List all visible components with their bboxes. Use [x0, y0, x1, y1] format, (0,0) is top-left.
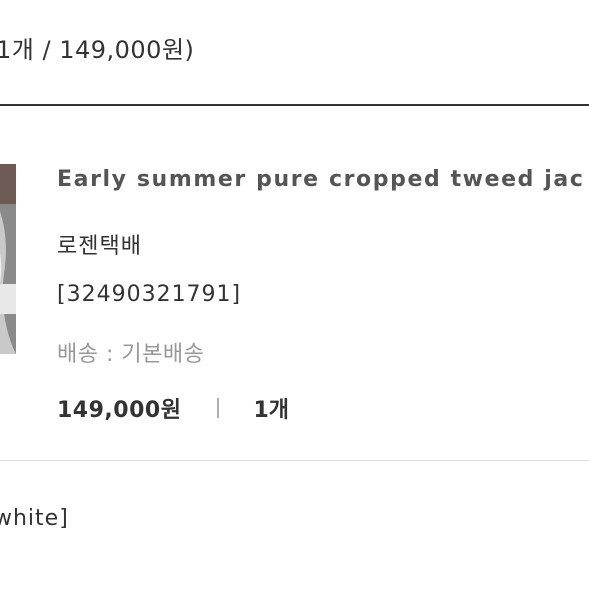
product-name-link[interactable]: Early summer pure cropped tweed jac [57, 167, 585, 192]
item-divider [0, 460, 589, 461]
tracking-number-link[interactable]: [32490321791] [57, 282, 241, 307]
item-price: 149,000원 [57, 398, 182, 423]
order-summary-text: 1개 / 149,000원) [0, 36, 195, 64]
price-quantity-separator [217, 398, 220, 418]
courier-name: 로젠택배 [57, 234, 142, 259]
price-quantity-row: 149,000원 1개 [57, 392, 289, 424]
shipping-method: 배송 : 기본배송 [57, 342, 205, 367]
order-detail-page: 1개 / 149,000원) Early summer pure cropped… [0, 0, 589, 589]
item-option-text: white] [0, 506, 69, 531]
header-divider [0, 104, 589, 106]
product-thumbnail[interactable] [0, 164, 16, 354]
item-quantity: 1개 [253, 398, 290, 423]
product-thumbnail-image [0, 164, 16, 354]
